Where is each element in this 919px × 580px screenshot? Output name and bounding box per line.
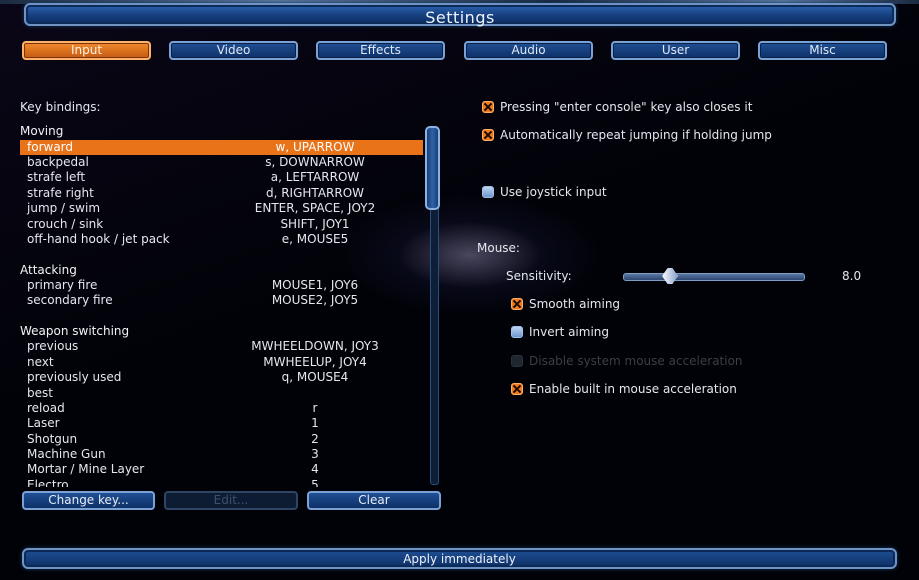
joystick-label: Use joystick input bbox=[500, 185, 607, 199]
invert-aiming-label: Invert aiming bbox=[529, 325, 610, 339]
disable-system-accel-label: Disable system mouse acceleration bbox=[529, 354, 743, 368]
keybinding-keys: 1 bbox=[311, 416, 319, 430]
builtin-accel-label: Enable built in mouse acceleration bbox=[529, 382, 737, 396]
keybinding-keys: 4 bbox=[311, 462, 319, 476]
keybinding-row[interactable]: Machine Gun 3 bbox=[20, 447, 423, 462]
keybinding-keys: s, DOWNARROW bbox=[265, 155, 365, 169]
tab-video[interactable]: Video bbox=[169, 41, 298, 60]
keybinding-keys: MOUSE2, JOY5 bbox=[271, 293, 359, 307]
keybinding-action: Laser bbox=[27, 416, 60, 430]
tab-audio[interactable]: Audio bbox=[464, 41, 593, 60]
title-bar: Settings bbox=[24, 3, 896, 27]
section-weapon-switching: Weapon switching bbox=[20, 324, 130, 338]
smooth-aiming-label: Smooth aiming bbox=[529, 297, 621, 311]
checkbox-auto-jump[interactable] bbox=[482, 129, 494, 141]
keybinding-keys: ENTER, SPACE, JOY2 bbox=[254, 201, 376, 215]
keybindings-header: Key bindings: bbox=[20, 100, 101, 114]
edit-button: Edit... bbox=[164, 491, 298, 510]
keybinding-action: strafe right bbox=[27, 186, 94, 200]
keybinding-action: forward bbox=[27, 140, 74, 154]
checkbox-smooth-aiming[interactable] bbox=[511, 298, 523, 310]
keybinding-row[interactable]: jump / swim ENTER, SPACE, JOY2 bbox=[20, 201, 423, 216]
keybinding-action: backpedal bbox=[27, 155, 89, 169]
keybinding-row[interactable]: off-hand hook / jet pack e, MOUSE5 bbox=[20, 232, 423, 247]
keybinding-keys: MOUSE1, JOY6 bbox=[271, 278, 359, 292]
keybinding-action: previous bbox=[27, 339, 79, 353]
auto-jump-label: Automatically repeat jumping if holding … bbox=[500, 128, 772, 142]
keybinding-action: Electro bbox=[27, 478, 69, 487]
keybinding-keys: w, UPARROW bbox=[275, 140, 355, 154]
keybinding-row[interactable]: reload r bbox=[20, 401, 423, 416]
keybinding-action: Machine Gun bbox=[27, 447, 106, 461]
clear-button[interactable]: Clear bbox=[307, 491, 441, 510]
keybinding-row[interactable]: previously used q, MOUSE4 bbox=[20, 370, 423, 385]
keybinding-action: Shotgun bbox=[27, 432, 78, 446]
keybinding-keys: MWHEELUP, JOY4 bbox=[263, 355, 367, 369]
keybinding-keys: q, MOUSE4 bbox=[281, 370, 349, 384]
keybinding-action: best bbox=[27, 386, 53, 400]
keybinding-action: Mortar / Mine Layer bbox=[27, 462, 145, 476]
checkbox-invert-aiming[interactable] bbox=[511, 326, 523, 338]
section-attacking: Attacking bbox=[20, 263, 77, 277]
apply-immediately-label: Apply immediately bbox=[403, 552, 516, 566]
keybinding-row[interactable]: backpedal s, DOWNARROW bbox=[20, 155, 423, 170]
keybinding-action: primary fire bbox=[27, 278, 98, 292]
keybinding-keys: 5 bbox=[311, 478, 319, 487]
keybinding-row[interactable]: primary fire MOUSE1, JOY6 bbox=[20, 278, 423, 293]
keybinding-row[interactable]: Electro 5 bbox=[20, 478, 423, 487]
keybinding-keys: MWHEELDOWN, JOY3 bbox=[251, 339, 379, 353]
keybinding-row[interactable]: best bbox=[20, 386, 423, 401]
keybinding-keys: d, RIGHTARROW bbox=[265, 186, 365, 200]
keybinding-keys: r bbox=[312, 401, 318, 415]
checkbox-joystick[interactable] bbox=[482, 186, 494, 198]
keybinding-action: reload bbox=[27, 401, 65, 415]
keybinding-action: jump / swim bbox=[27, 201, 101, 215]
keybinding-row[interactable]: Mortar / Mine Layer 4 bbox=[20, 462, 423, 477]
checkbox-enter-console[interactable] bbox=[482, 101, 494, 113]
change-key-button[interactable]: Change key... bbox=[22, 491, 155, 510]
section-moving: Moving bbox=[20, 124, 64, 138]
sensitivity-slider-track[interactable] bbox=[623, 273, 805, 281]
keybinding-row[interactable]: crouch / sink SHIFT, JOY1 bbox=[20, 217, 423, 232]
keybinding-row[interactable]: forward w, UPARROW bbox=[20, 140, 423, 155]
keybinding-action: crouch / sink bbox=[27, 217, 104, 231]
keybinding-keys: SHIFT, JOY1 bbox=[280, 217, 350, 231]
enter-console-label: Pressing "enter console" key also closes… bbox=[500, 100, 753, 114]
keybinding-row[interactable]: next MWHEELUP, JOY4 bbox=[20, 355, 423, 370]
keybinding-scrollbar-thumb[interactable] bbox=[425, 126, 440, 210]
sensitivity-value: 8.0 bbox=[842, 269, 862, 283]
keybinding-action: previously used bbox=[27, 370, 122, 384]
keybinding-action: secondary fire bbox=[27, 293, 113, 307]
tab-input[interactable]: Input bbox=[22, 41, 151, 60]
sensitivity-label: Sensitivity: bbox=[506, 269, 572, 283]
keybinding-list[interactable]: Moving forward w, UPARROW backpedal s, D… bbox=[20, 120, 430, 487]
keybinding-action: off-hand hook / jet pack bbox=[27, 232, 170, 246]
mouse-header: Mouse: bbox=[477, 241, 520, 255]
keybinding-row[interactable]: strafe left a, LEFTARROW bbox=[20, 170, 423, 185]
keybinding-row[interactable]: strafe right d, RIGHTARROW bbox=[20, 186, 423, 201]
tab-user[interactable]: User bbox=[611, 41, 740, 60]
keybinding-action: next bbox=[27, 355, 54, 369]
tab-misc[interactable]: Misc bbox=[758, 41, 887, 60]
checkbox-disable-system-accel bbox=[511, 355, 523, 367]
keybinding-row[interactable]: previous MWHEELDOWN, JOY3 bbox=[20, 339, 423, 354]
keybinding-keys: 2 bbox=[311, 432, 319, 446]
keybinding-action: strafe left bbox=[27, 170, 86, 184]
apply-immediately-button[interactable]: Apply immediately bbox=[22, 548, 897, 569]
tab-effects[interactable]: Effects bbox=[316, 41, 445, 60]
window-title: Settings bbox=[425, 8, 495, 27]
keybinding-row[interactable]: Laser 1 bbox=[20, 416, 423, 431]
keybinding-keys: 3 bbox=[311, 447, 319, 461]
keybinding-row[interactable]: secondary fire MOUSE2, JOY5 bbox=[20, 293, 423, 308]
keybinding-row[interactable]: Shotgun 2 bbox=[20, 432, 423, 447]
keybinding-keys: e, MOUSE5 bbox=[281, 232, 349, 246]
keybinding-keys: a, LEFTARROW bbox=[270, 170, 360, 184]
checkbox-builtin-accel[interactable] bbox=[511, 383, 523, 395]
